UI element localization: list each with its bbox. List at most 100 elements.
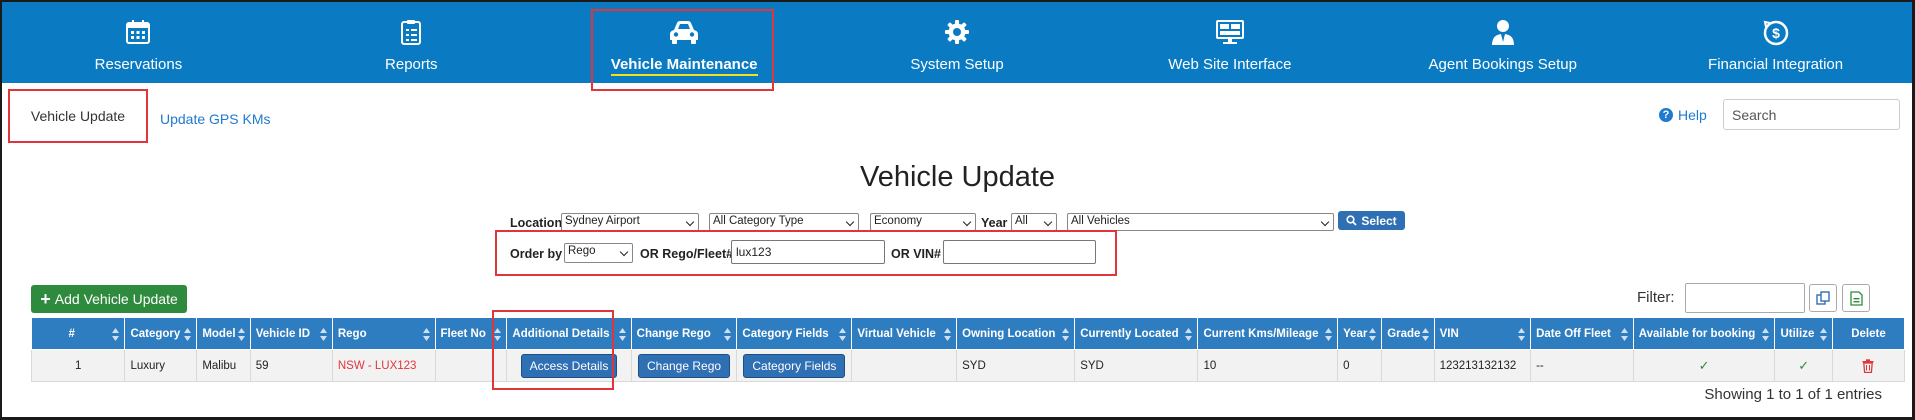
col-header-year[interactable]: Year [1337,317,1383,350]
sort-icon [319,328,327,341]
cell-rego-link[interactable]: NSW - LUX123 [331,349,436,382]
category-type-select[interactable]: All Category Type [709,213,859,231]
vin-label: OR VIN# [891,247,942,261]
col-header-currently-located[interactable]: Currently Located [1074,317,1199,350]
tab-update-gps-kms[interactable]: Update GPS KMs [160,111,271,127]
col-header-utilize[interactable]: Utilize [1774,317,1833,350]
sort-icon [618,328,626,341]
col-header-fleet-no[interactable]: Fleet No [434,317,508,350]
add-vehicle-update-button[interactable]: + Add Vehicle Update [31,285,187,313]
col-header-vehicle-id[interactable]: Vehicle ID [249,317,333,350]
nav-reservations[interactable]: Reservations [2,2,275,83]
col-header-label: Date Off Fleet [1536,327,1611,340]
search-icon [1346,215,1357,226]
change-rego-button[interactable]: Change Rego [637,353,731,378]
select-button[interactable]: Select [1338,211,1405,230]
col-header-available[interactable]: Available for booking [1632,317,1776,350]
vehicles-select[interactable]: All Vehicles [1067,213,1334,231]
tab-vehicle-update[interactable]: Vehicle Update [10,91,146,141]
sort-icon [839,328,847,341]
cell-currently-located: SYD [1074,349,1199,382]
nav-financial-integration[interactable]: $ Financial Integration [1639,2,1912,83]
nav-label: Reports [385,56,438,73]
category-fields-button[interactable]: Category Fields [743,353,846,378]
export-button[interactable] [1842,284,1870,312]
sort-icon [1518,328,1526,341]
rego-label: OR Rego/Fleet# [640,247,734,261]
col-header-number[interactable]: # [30,317,126,350]
add-button-label: Add Vehicle Update [54,291,178,307]
money-icon: $ [1763,20,1788,46]
check-icon: ✓ [1632,349,1776,382]
col-header-current-kms[interactable]: Current Kms/Mileage [1197,317,1339,350]
calendar-icon [126,20,151,44]
location-select[interactable]: Sydney Airport [561,213,699,231]
sort-icon [112,328,120,341]
col-header-label: Current Kms/Mileage [1203,327,1319,340]
sort-icon [1369,328,1377,341]
help-link[interactable]: ? Help [1659,107,1707,123]
col-header-date-off-fleet[interactable]: Date Off Fleet [1530,317,1634,350]
col-header-owning-location[interactable]: Owning Location [956,317,1076,350]
help-label: Help [1678,107,1707,123]
col-header-label: VIN [1439,327,1459,340]
col-header-label: Fleet No [440,327,486,340]
sort-icon [494,328,502,341]
top-navigation: Reservations Reports Vehicle Maintenance [2,2,1912,83]
col-header-label: Model [202,327,236,340]
nav-system-setup[interactable]: System Setup [821,2,1094,83]
col-header-label: Grade [1387,327,1421,340]
cell-grade [1381,349,1435,382]
col-header-vin[interactable]: VIN [1433,317,1532,350]
nav-label: Vehicle Maintenance [548,56,821,76]
plus-icon: + [40,289,51,309]
col-header-change-rego[interactable]: Change Rego [630,317,738,350]
col-header-model[interactable]: Model [196,317,251,350]
cell-additional-details: Access Details [506,349,632,382]
trash-icon[interactable] [1862,358,1874,373]
col-header-label: Delete [1851,327,1886,340]
nav-vehicle-maintenance[interactable]: Vehicle Maintenance [548,2,821,83]
cell-vehicle-id: 59 [249,349,333,382]
category-select[interactable]: Economy [870,213,976,231]
filter-label: Filter: [1637,289,1675,306]
vin-input[interactable] [943,240,1096,264]
access-details-button[interactable]: Access Details [520,353,618,378]
col-header-grade[interactable]: Grade [1381,317,1435,350]
nav-reports[interactable]: Reports [275,2,548,83]
col-header-additional-details[interactable]: Additional Details [506,317,632,350]
nav-label: Agent Bookings Setup [1428,56,1577,73]
location-label: Location [510,216,563,230]
table-row: 1 Luxury Malibu 59 NSW - LUX123 Access D… [30,349,1906,382]
cell-fleet-no [434,349,508,382]
order-by-select[interactable]: Rego [564,243,633,263]
search-input[interactable] [1723,99,1900,130]
col-header-virtual-vehicle[interactable]: Virtual Vehicle [851,317,958,350]
cell-kms: 10 [1197,349,1339,382]
col-header-label: Rego [337,327,367,340]
col-header-rego[interactable]: Rego [331,317,436,350]
nav-web-site-interface[interactable]: Web Site Interface [1093,2,1366,83]
rego-input[interactable] [731,240,885,264]
help-icon: ? [1659,108,1673,122]
nav-label: Financial Integration [1708,56,1844,73]
cell-category: Luxury [124,349,198,382]
col-header-label: Category Fields [742,327,829,340]
col-header-label: Owning Location [962,327,1056,340]
sort-icon [1620,328,1628,341]
cell-date-off-fleet: -- [1530,349,1634,382]
year-label: Year [981,216,1008,230]
gear-icon [945,20,969,44]
col-header-label: Virtual Vehicle [857,327,936,340]
col-header-category[interactable]: Category [124,317,198,350]
year-select[interactable]: All [1011,213,1057,231]
col-header-category-fields[interactable]: Category Fields [736,317,853,350]
nav-label: System Setup [910,56,1004,73]
nav-label-text: Vehicle Maintenance [610,56,758,76]
filter-input[interactable] [1685,283,1805,313]
cell-virtual-vehicle [851,349,958,382]
nav-agent-bookings-setup[interactable]: Agent Bookings Setup [1366,2,1639,83]
copy-button[interactable] [1809,284,1837,312]
col-header-label: Available for booking [1638,327,1756,340]
sort-icon [944,328,952,341]
